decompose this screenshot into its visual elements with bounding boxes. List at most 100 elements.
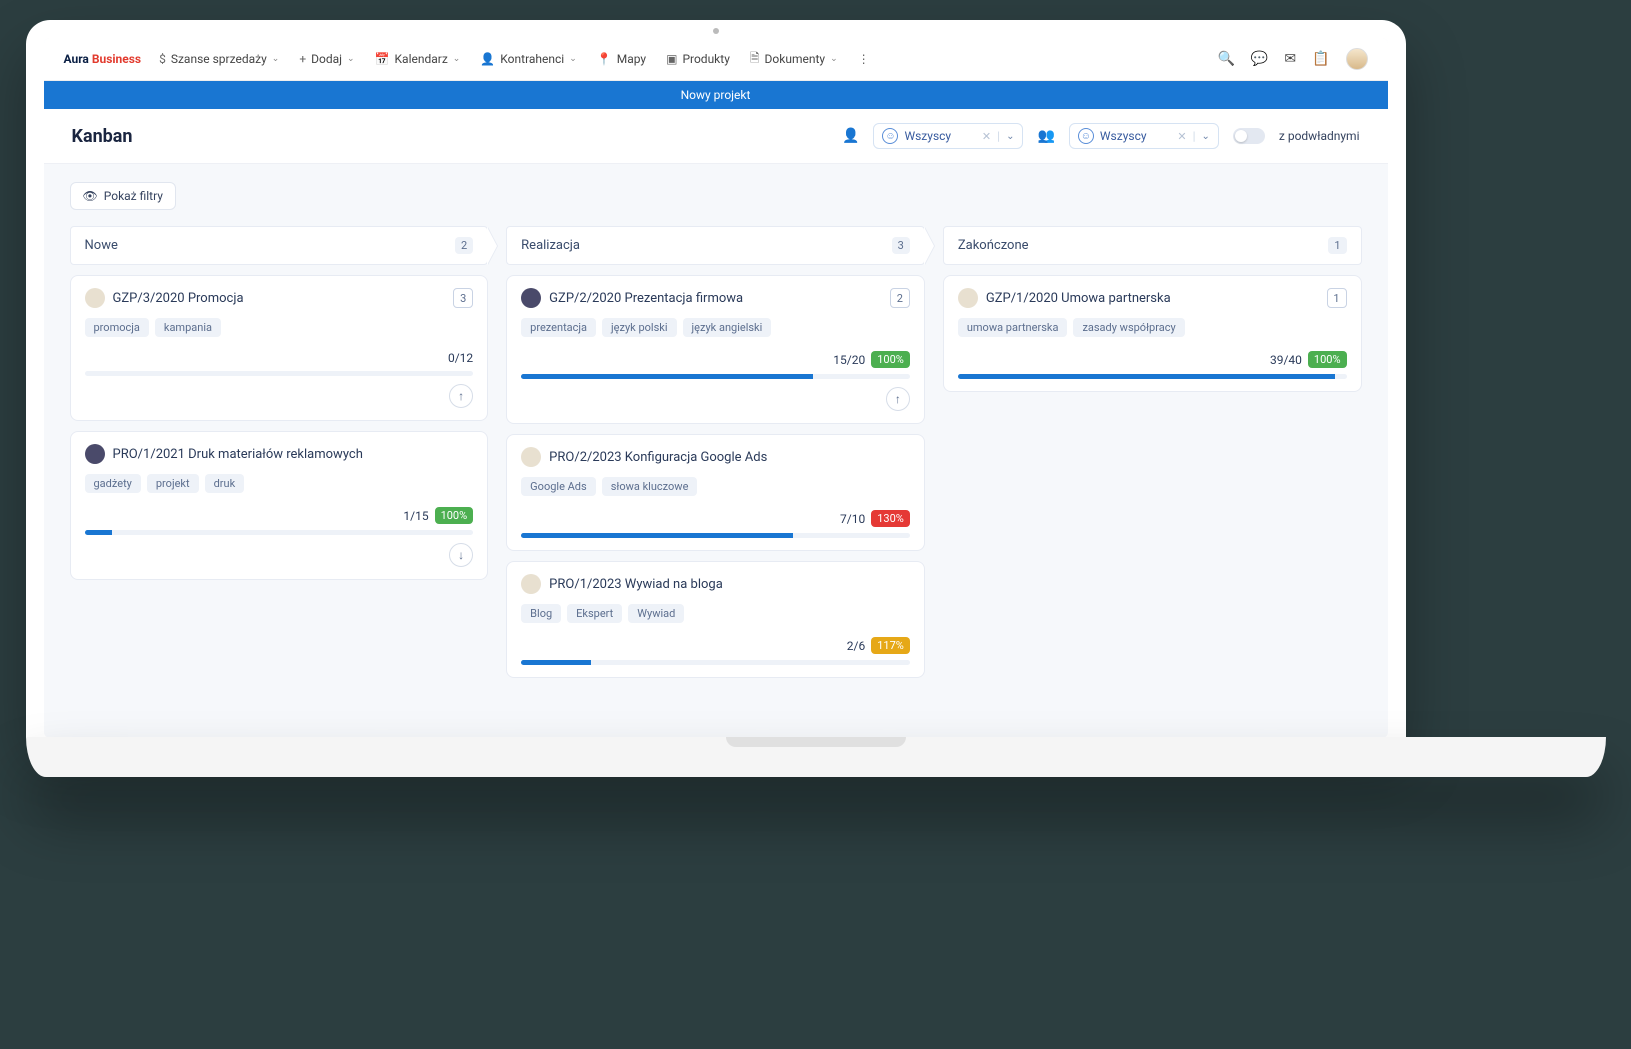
nav-products[interactable]: ▣ Produkty: [666, 52, 730, 66]
more-icon: ⋮: [858, 52, 870, 66]
card-title: PRO/1/2021 Druk materiałów reklamowych: [113, 447, 474, 462]
subordinates-toggle[interactable]: [1233, 128, 1265, 144]
nav-label: Dokumenty: [765, 52, 826, 66]
progress-fill: [521, 660, 591, 665]
clear-icon[interactable]: ✕: [1177, 130, 1186, 143]
main-nav: $ Szanse sprzedaży ⌄ + Dodaj ⌄ 📅 Kalenda…: [159, 49, 1199, 70]
clipboard-icon[interactable]: 📋: [1312, 51, 1329, 67]
user-select-1[interactable]: ☺ Wszyscy ✕ | ⌄: [873, 123, 1023, 149]
column-count: 1: [1328, 237, 1346, 254]
column-title: Nowe: [85, 238, 118, 253]
column-title: Realizacja: [521, 238, 580, 253]
kanban-card[interactable]: PRO/1/2023 Wywiad na bloga Blog Ekspert Wyw…: [506, 561, 925, 678]
card-avatar: [521, 574, 541, 594]
tag[interactable]: Ekspert: [567, 604, 622, 623]
nav-sales[interactable]: $ Szanse sprzedaży ⌄: [159, 52, 279, 66]
nav-contractors[interactable]: 👤 Kontrahenci ⌄: [480, 52, 576, 66]
tag[interactable]: Wywiad: [628, 604, 684, 623]
column-count: 2: [455, 237, 473, 254]
tag[interactable]: Google Ads: [521, 477, 596, 496]
tag[interactable]: język angielski: [683, 318, 772, 337]
progress-row: 0/12: [85, 351, 474, 365]
chat-icon[interactable]: 💬: [1251, 51, 1268, 67]
tag[interactable]: Blog: [521, 604, 561, 623]
kanban-card[interactable]: GZP/1/2020 Umowa partnerska1umowa partne…: [943, 275, 1362, 392]
nav-label: Produkty: [682, 52, 729, 66]
card-avatar: [85, 444, 105, 464]
clear-icon[interactable]: ✕: [982, 130, 991, 143]
progress-percent: 100%: [871, 351, 910, 368]
progress-row: 7/10130%: [521, 510, 910, 527]
card-tags: gadżety projekt druk: [85, 474, 474, 493]
progress-bar: [521, 374, 910, 379]
kanban-card[interactable]: PRO/1/2021 Druk materiałów reklamowych ga…: [70, 431, 489, 580]
subordinates-label: z podwładnymi: [1279, 129, 1360, 143]
nav-maps[interactable]: 📍 Mapy: [597, 52, 646, 66]
chevron-down-icon: ⌄: [569, 54, 577, 64]
tag[interactable]: projekt: [147, 474, 199, 493]
avatar[interactable]: [1346, 48, 1368, 70]
tag[interactable]: umowa partnerska: [958, 318, 1068, 337]
chevron-down-icon: ⌄: [1202, 131, 1210, 142]
progress-percent: 100%: [1308, 351, 1347, 368]
progress-percent: 100%: [435, 507, 474, 524]
kanban-card[interactable]: PRO/2/2023 Konfiguracja Google AdsGoogle…: [506, 434, 925, 551]
search-icon[interactable]: 🔍: [1217, 51, 1234, 67]
arrow-down-icon[interactable]: ↓: [449, 543, 473, 567]
show-filters-button[interactable]: 👁 Pokaż filtry: [70, 182, 176, 210]
pin-icon: 📍: [597, 52, 612, 66]
dollar-icon: $: [159, 52, 166, 66]
tag[interactable]: druk: [205, 474, 245, 493]
column-header[interactable]: Realizacja 3: [506, 226, 925, 265]
column-header[interactable]: Nowe 2: [70, 226, 489, 265]
user-filter-icon[interactable]: 👤: [842, 128, 859, 144]
nav-calendar[interactable]: 📅 Kalendarz ⌄: [375, 52, 461, 66]
progress-bar: [958, 374, 1347, 379]
progress-fill: [85, 530, 112, 535]
team-filter-icon[interactable]: 👥: [1037, 128, 1054, 144]
card-title: GZP/2/2020 Prezentacja firmowa: [549, 291, 882, 306]
new-project-bar[interactable]: Nowy projekt: [44, 81, 1388, 109]
tag[interactable]: zasady współpracy: [1073, 318, 1184, 337]
tag[interactable]: język polski: [602, 318, 676, 337]
select-value: Wszyscy: [904, 129, 951, 143]
card-tags: promocja kampania: [85, 318, 474, 337]
column-count: 3: [892, 237, 910, 254]
chevron-down-icon: ⌄: [830, 54, 838, 64]
progress-fill: [958, 374, 1335, 379]
kanban-board: Nowe2GZP/3/2020 Promocja3promocjakampani…: [70, 226, 1362, 678]
progress-percent: 117%: [871, 637, 910, 654]
card-title: PRO/1/2023 Wywiad na bloga: [549, 577, 910, 592]
arrow-up-icon[interactable]: ↑: [449, 384, 473, 408]
nav-documents[interactable]: 🗎 Dokumenty ⌄: [750, 49, 838, 70]
kanban-card[interactable]: GZP/3/2020 Promocja3promocjakampania0/12…: [70, 275, 489, 421]
progress-text: 7/10: [840, 512, 865, 526]
column-header[interactable]: Zakończone1: [943, 226, 1362, 265]
mail-icon[interactable]: ✉: [1284, 51, 1296, 67]
header-actions: 🔍 💬 ✉ 📋: [1217, 48, 1367, 70]
progress-bar: [521, 533, 910, 538]
new-project-label: Nowy projekt: [681, 88, 751, 102]
progress-row: 15/20100%: [521, 351, 910, 368]
kanban-column: Realizacja 3 GZP/2/2020 Prezentacja firmow…: [506, 226, 925, 678]
card-count-badge: 2: [890, 288, 910, 308]
progress-bar: [85, 371, 474, 376]
card-tags: umowa partnerska zasady współpracy: [958, 318, 1347, 337]
nav-add[interactable]: + Dodaj ⌄: [299, 52, 354, 66]
nav-more[interactable]: ⋮: [858, 52, 870, 66]
tag[interactable]: kampania: [155, 318, 221, 337]
chevron-down-icon: ⌄: [347, 54, 355, 64]
tag[interactable]: promocja: [85, 318, 149, 337]
tag[interactable]: prezentacja: [521, 318, 596, 337]
progress-row: 39/40100%: [958, 351, 1347, 368]
tag[interactable]: słowa kluczowe: [602, 477, 698, 496]
kanban-card[interactable]: GZP/2/2020 Prezentacja firmowa 2 prezentac…: [506, 275, 925, 424]
nav-label: Dodaj: [311, 52, 342, 66]
tag[interactable]: gadżety: [85, 474, 141, 493]
arrow-up-icon[interactable]: ↑: [886, 387, 910, 411]
nav-label: Kontrahenci: [500, 52, 564, 66]
kanban-column: Zakończone1 GZP/1/2020 Umowa partnerska1u…: [943, 226, 1362, 392]
app-header: Aura Business $ Szanse sprzedaży ⌄ + Dod…: [44, 38, 1388, 81]
user-select-2[interactable]: ☺ Wszyscy ✕ | ⌄: [1069, 123, 1219, 149]
card-count-badge: 1: [1327, 288, 1347, 308]
